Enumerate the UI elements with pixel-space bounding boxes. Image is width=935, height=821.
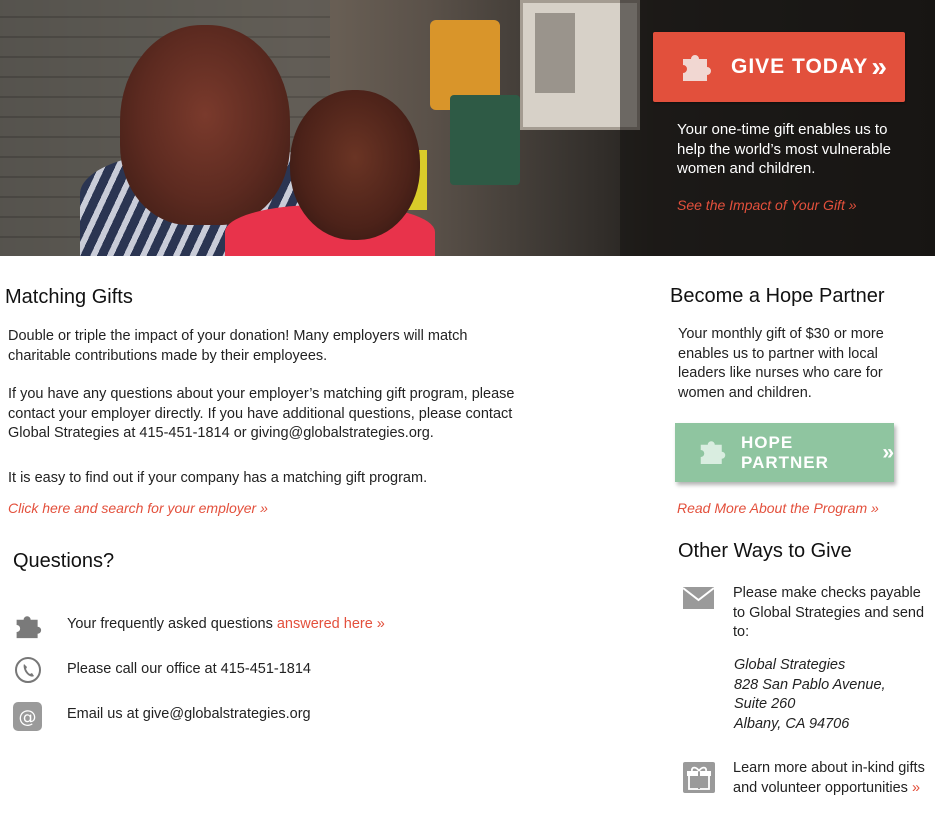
- address-line: 828 San Pablo Avenue,: [734, 676, 886, 693]
- give-today-button[interactable]: GIVE TODAY »: [653, 32, 905, 102]
- address-line: Global Strategies: [734, 657, 846, 673]
- hero-photo-cart: [450, 95, 520, 185]
- hero-photo-child: [290, 90, 420, 240]
- inkind-row: Learn more about in-kind gifts and volun…: [733, 759, 935, 798]
- search-employer-link[interactable]: Click here and search for your employer …: [8, 500, 268, 516]
- other-ways-title: Other Ways to Give: [678, 540, 852, 562]
- address-line: Albany, CA 94706: [734, 715, 850, 732]
- svg-text:@: @: [19, 707, 37, 728]
- hero-photo-woman: [120, 25, 290, 225]
- inkind-text: Learn more about in-kind gifts and volun…: [733, 760, 925, 796]
- address-line: Suite 260: [734, 696, 796, 712]
- puzzle-icon: [681, 49, 713, 86]
- faq-text: Your frequently asked questions: [67, 616, 277, 632]
- call-text: Please call our office at 415-451-1814: [67, 661, 311, 677]
- email-text: Email us at give@globalstrategies.org: [67, 706, 311, 722]
- double-chevron-icon: »: [871, 51, 887, 82]
- matching-para-3: It is easy to find out if your company h…: [8, 470, 428, 486]
- matching-para-2: If you have any questions about your emp…: [8, 386, 515, 441]
- gift-icon: [683, 762, 715, 798]
- checks-text: Please make checks payable to Global Str…: [733, 585, 925, 640]
- faq-row: Your frequently asked questions answered…: [67, 616, 385, 632]
- hope-partner-title: Become a Hope Partner: [670, 285, 885, 307]
- give-today-label: GIVE TODAY: [731, 55, 869, 78]
- read-more-link[interactable]: Read More About the Program »: [677, 500, 879, 516]
- faq-link[interactable]: answered here »: [277, 616, 385, 632]
- matching-para-1: Double or triple the impact of your dona…: [8, 328, 468, 364]
- questions-title: Questions?: [13, 550, 115, 572]
- hope-description: Your monthly gift of $30 or more enables…: [678, 326, 884, 401]
- double-chevron-icon: »: [882, 440, 894, 464]
- hero-description: Your one-time gift enables us to help th…: [677, 121, 892, 177]
- at-icon: @: [13, 702, 42, 731]
- matching-gifts-title: Matching Gifts: [5, 286, 133, 308]
- puzzle-icon: [13, 610, 42, 639]
- phone-icon: [13, 655, 42, 684]
- hope-partner-label: HOPE PARTNER: [741, 432, 829, 472]
- impact-link[interactable]: See the Impact of Your Gift »: [677, 197, 857, 213]
- inkind-link[interactable]: »: [912, 780, 920, 796]
- envelope-icon: [682, 587, 715, 614]
- hope-partner-button[interactable]: HOPE PARTNER »: [675, 423, 894, 482]
- mailing-address: Global Strategies 828 San Pablo Avenue, …: [734, 656, 934, 734]
- puzzle-icon: [699, 436, 727, 469]
